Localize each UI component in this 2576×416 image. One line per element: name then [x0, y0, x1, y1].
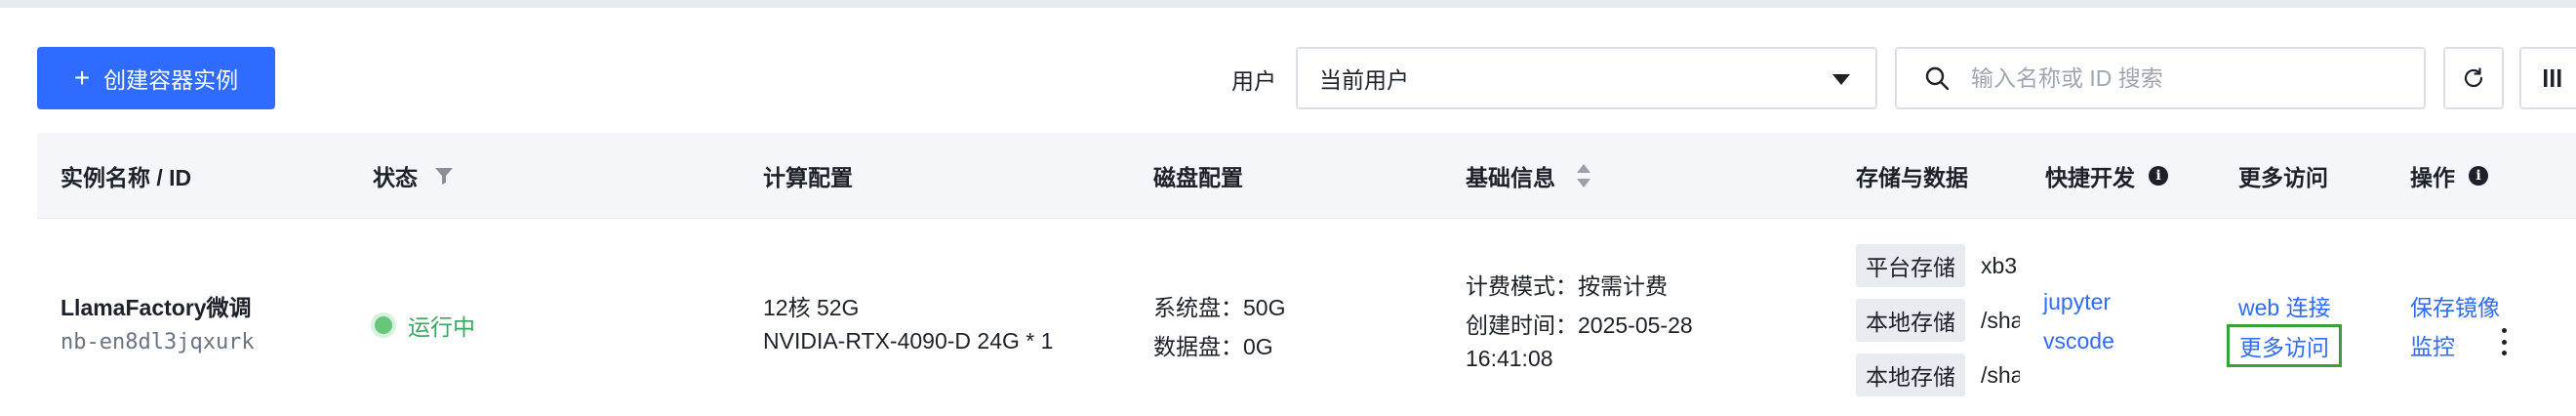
- create-instance-label: 创建容器实例: [103, 67, 239, 93]
- more-actions-icon[interactable]: [2500, 328, 2508, 355]
- header-storage: 存储与数据: [1856, 133, 1968, 219]
- instance-name: LlamaFactory微调: [60, 295, 252, 320]
- user-filter-value: 当前用户: [1319, 67, 1409, 93]
- search-input[interactable]: [1969, 63, 2379, 93]
- table-header: 实例名称 / ID 状态 计算配置 磁盘配置 基础信息 存储与数据 快捷开发 i…: [37, 133, 2576, 219]
- storage-value: /sha: [1981, 362, 2020, 388]
- status-label: 运行中: [408, 314, 475, 340]
- info-icon[interactable]: i: [2469, 166, 2488, 186]
- storage-value: xb3: [1981, 253, 2018, 278]
- header-more-access: 更多访问: [2238, 133, 2328, 219]
- refresh-button[interactable]: [2443, 47, 2504, 109]
- plus-icon: +: [73, 62, 91, 93]
- user-filter-select[interactable]: 当前用户: [1296, 47, 1877, 109]
- header-compute: 计算配置: [763, 133, 853, 219]
- header-basic: 基础信息: [1466, 133, 1592, 219]
- caret-down-icon: [1832, 74, 1850, 85]
- monitor-link[interactable]: 监控: [2410, 328, 2455, 361]
- column-settings-button[interactable]: [2519, 47, 2576, 109]
- search-icon: [1925, 66, 1950, 91]
- header-basic-label: 基础信息: [1466, 165, 1555, 190]
- storage-value: /sha: [1981, 308, 2020, 333]
- header-quick-dev-label: 快捷开发: [2045, 165, 2135, 190]
- compute-cpu-mem: 12核 52G: [763, 295, 860, 320]
- header-status: 状态: [373, 133, 455, 219]
- create-instance-button[interactable]: + 创建容器实例: [37, 47, 275, 109]
- header-disk-label: 磁盘配置: [1153, 165, 1243, 190]
- compute-gpu: NVIDIA-RTX-4090-D 24G * 1: [763, 328, 1054, 354]
- jupyter-link[interactable]: jupyter: [2043, 289, 2111, 315]
- header-actions: 操作 i: [2410, 133, 2488, 219]
- web-connect-link[interactable]: web 连接: [2238, 289, 2331, 322]
- header-quick-dev: 快捷开发 i: [2045, 133, 2168, 219]
- save-image-link[interactable]: 保存镜像: [2410, 289, 2500, 322]
- disk-system: 系统盘：50G: [1153, 295, 1286, 320]
- created-time-value: 16:41:08: [1466, 346, 1553, 371]
- more-access-link[interactable]: 更多访问: [2227, 324, 2342, 367]
- storage-tag: 本地存储: [1856, 299, 1965, 342]
- filter-icon[interactable]: [433, 165, 455, 187]
- refresh-icon: [2464, 67, 2483, 88]
- header-name: 实例名称 / ID: [60, 133, 191, 219]
- sort-icon[interactable]: [1575, 162, 1592, 189]
- disk-data: 数据盘：0G: [1153, 334, 1273, 359]
- status-badge: 运行中: [375, 309, 475, 342]
- search-box[interactable]: [1895, 47, 2426, 109]
- storage-tag: 本地存储: [1856, 354, 1965, 396]
- header-compute-label: 计算配置: [763, 165, 853, 190]
- user-filter-label: 用户: [1231, 68, 1276, 94]
- header-disk: 磁盘配置: [1153, 133, 1243, 219]
- info-icon[interactable]: i: [2149, 166, 2168, 186]
- billing-mode: 计费模式：按需计费: [1466, 273, 1668, 299]
- created-time-label: 创建时间：2025-05-28: [1466, 312, 1693, 338]
- columns-icon: [2544, 69, 2561, 87]
- header-status-label: 状态: [373, 165, 418, 190]
- header-more-access-label: 更多访问: [2238, 165, 2328, 190]
- instance-id: nb-en8dl3jqxurk: [60, 330, 255, 354]
- header-name-label: 实例名称 / ID: [60, 165, 192, 190]
- storage-tag: 平台存储: [1856, 244, 1965, 287]
- status-dot-icon: [375, 316, 392, 334]
- header-storage-label: 存储与数据: [1856, 165, 1968, 190]
- header-actions-label: 操作: [2410, 165, 2455, 190]
- top-strip: [0, 0, 2576, 8]
- vscode-link[interactable]: vscode: [2043, 328, 2114, 354]
